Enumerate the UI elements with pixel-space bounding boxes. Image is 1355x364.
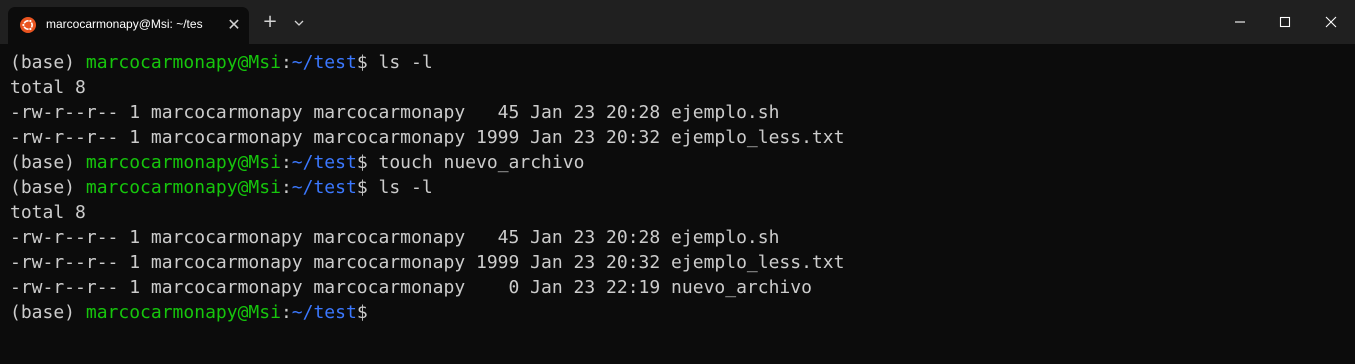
output-line: total 8 xyxy=(10,202,86,223)
title-bar: marcocarmonapy@Msi: ~/tes ✕ + xyxy=(0,0,1355,44)
close-tab-icon[interactable]: ✕ xyxy=(225,16,243,34)
output-line: -rw-r--r-- 1 marcocarmonapy marcocarmona… xyxy=(10,102,780,123)
close-window-icon[interactable] xyxy=(1319,10,1343,34)
prompt-dollar: $ xyxy=(356,152,379,173)
prompt-path: ~/test xyxy=(291,52,357,73)
prompt-dollar: $ xyxy=(356,52,379,73)
prompt-dollar: $ xyxy=(356,177,379,198)
prompt-path: ~/test xyxy=(291,177,357,198)
command-text: ls -l xyxy=(378,177,433,198)
terminal-output[interactable]: (base) marcocarmonapy@Msi:~/test$ ls -l t… xyxy=(0,44,1355,364)
tab-title: marcocarmonapy@Msi: ~/tes xyxy=(46,17,203,31)
prompt-user-host: marcocarmonapy@Msi xyxy=(85,177,281,198)
output-line: -rw-r--r-- 1 marcocarmonapy marcocarmona… xyxy=(10,227,780,248)
prompt-colon: : xyxy=(280,302,292,323)
new-tab-button[interactable]: + xyxy=(260,12,280,32)
prompt-line: (base) marcocarmonapy@Msi:~/test$ touch … xyxy=(10,150,584,175)
output-line: -rw-r--r-- 1 marcocarmonapy marcocarmona… xyxy=(10,252,845,273)
ubuntu-icon xyxy=(20,17,36,33)
maximize-icon[interactable] xyxy=(1273,10,1297,34)
prompt-env: (base) xyxy=(10,302,86,323)
prompt-path: ~/test xyxy=(291,302,357,323)
chevron-down-icon[interactable] xyxy=(290,14,308,32)
minimize-icon[interactable] xyxy=(1228,10,1252,34)
command-text: ls -l xyxy=(378,52,433,73)
prompt-path: ~/test xyxy=(291,152,357,173)
output-line: -rw-r--r-- 1 marcocarmonapy marcocarmona… xyxy=(10,277,812,298)
prompt-colon: : xyxy=(280,52,292,73)
prompt-user-host: marcocarmonapy@Msi xyxy=(85,152,281,173)
output-line: -rw-r--r-- 1 marcocarmonapy marcocarmona… xyxy=(10,127,845,148)
prompt-user-host: marcocarmonapy@Msi xyxy=(85,52,281,73)
prompt-line: (base) marcocarmonapy@Msi:~/test$ ls -l xyxy=(10,175,433,200)
prompt-line: (base) marcocarmonapy@Msi:~/test$ ls -l xyxy=(10,50,433,75)
prompt-user-host: marcocarmonapy@Msi xyxy=(85,302,281,323)
prompt-colon: : xyxy=(280,177,292,198)
output-line: total 8 xyxy=(10,77,86,98)
prompt-env: (base) xyxy=(10,52,86,73)
terminal-tab[interactable]: marcocarmonapy@Msi: ~/tes ✕ xyxy=(8,7,249,44)
prompt-env: (base) xyxy=(10,152,86,173)
prompt-colon: : xyxy=(280,152,292,173)
prompt-line: (base) marcocarmonapy@Msi:~/test$ xyxy=(10,300,379,325)
prompt-env: (base) xyxy=(10,177,86,198)
command-text: touch nuevo_archivo xyxy=(378,152,585,173)
prompt-dollar: $ xyxy=(356,302,379,323)
